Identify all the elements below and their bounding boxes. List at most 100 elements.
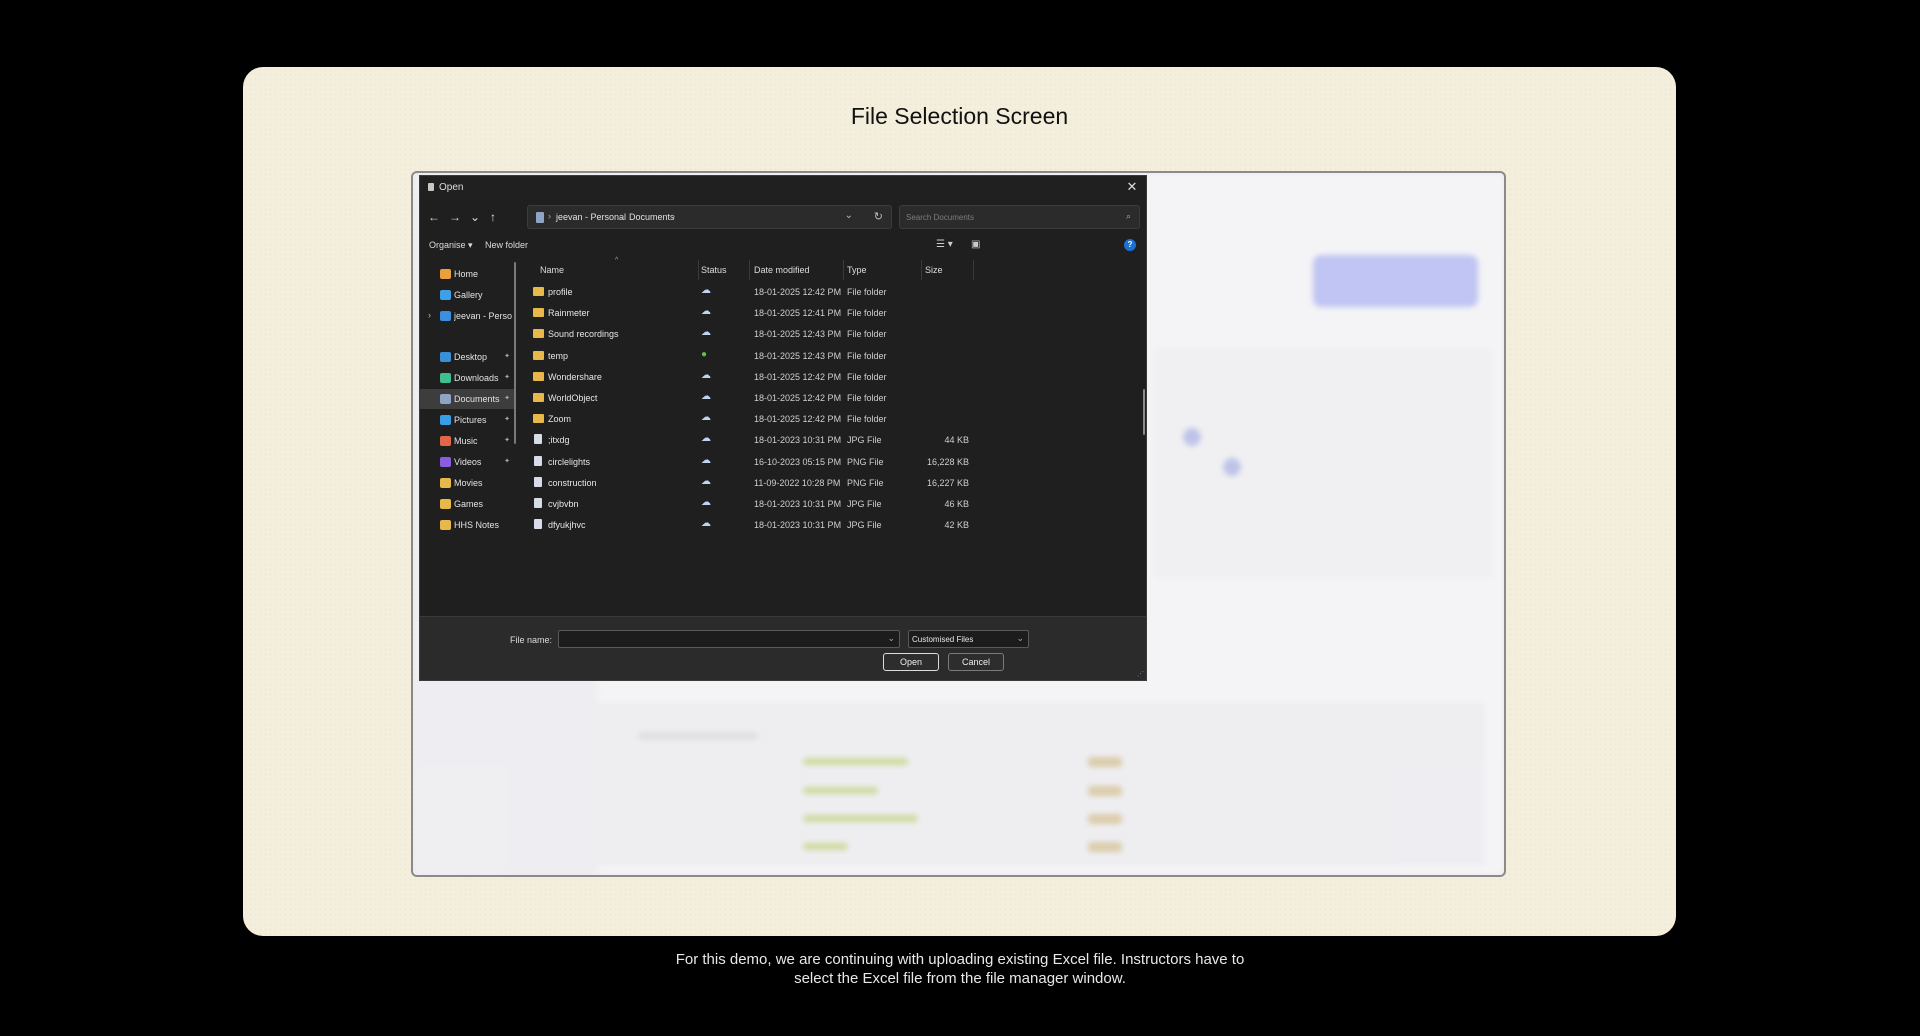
- file-type: PNG File: [847, 477, 884, 488]
- file-list: Name ^ Status Date modified Type Size pr…: [523, 257, 1008, 540]
- preview-pane-icon[interactable]: ▣: [971, 239, 980, 250]
- column-header-status[interactable]: Status: [701, 265, 727, 275]
- file-name: construction: [548, 477, 597, 488]
- file-row[interactable]: circlelights ☁ 16-10-2023 05:15 PM PNG File…: [523, 452, 1008, 473]
- sidebar-item-home[interactable]: Home: [420, 264, 514, 284]
- caption-line-1: For this demo, we are continuing with up…: [675, 951, 1245, 968]
- help-icon[interactable]: ?: [1124, 239, 1136, 251]
- sidebar-item-documents[interactable]: Documents ✦: [420, 389, 514, 409]
- cancel-button[interactable]: Cancel: [948, 653, 1004, 671]
- column-divider[interactable]: [921, 260, 922, 280]
- slide-title: File Selection Screen: [850, 103, 1069, 129]
- file-row[interactable]: Zoom ☁ 18-01-2025 12:42 PM File folder: [523, 409, 1008, 430]
- close-icon[interactable]: ✕: [1124, 179, 1140, 195]
- file-row[interactable]: WorldObject ☁ 18-01-2025 12:42 PM File fold…: [523, 388, 1008, 409]
- app-icon: [428, 183, 434, 191]
- sidebar-item-videos[interactable]: Videos ✦: [420, 452, 514, 472]
- file-type: JPG File: [847, 520, 882, 531]
- breadcrumb-documents[interactable]: Documents: [629, 212, 675, 222]
- downloads-icon: [440, 373, 451, 383]
- file-size: 42 KB: [944, 520, 969, 531]
- column-divider[interactable]: [973, 260, 974, 280]
- sidebar-item-jeevan-persona[interactable]: › jeevan - Persona: [420, 306, 514, 326]
- sidebar-item-downloads[interactable]: Downloads ✦: [420, 368, 514, 388]
- address-dropdown-icon[interactable]: ⌄: [845, 210, 853, 221]
- view-options-icon[interactable]: ☰ ▾: [936, 239, 953, 250]
- filename-input[interactable]: ⌄: [558, 630, 900, 648]
- file-type-filter[interactable]: Customised Files ⌄: [908, 630, 1029, 648]
- file-date-modified: 18-01-2025 12:42 PM: [754, 414, 842, 425]
- file-row[interactable]: dfyukjhvc ☁ 18-01-2023 10:31 PM JPG File 42 …: [523, 515, 1008, 536]
- navigation-bar: ← → ⌄ ↑ › jeevan - Personal › Documents …: [420, 202, 1146, 232]
- sidebar-item-desktop[interactable]: Desktop ✦: [420, 347, 514, 367]
- file-icon: [534, 434, 542, 445]
- file-date-modified: 18-01-2025 12:41 PM: [754, 308, 842, 319]
- column-divider[interactable]: [843, 260, 844, 280]
- background-bar: [803, 843, 848, 850]
- breadcrumb-jeevan-personal[interactable]: jeevan - Personal: [556, 212, 626, 222]
- sidebar-item-label: HHS Notes: [454, 520, 500, 530]
- cloud-status-icon: ☁: [701, 369, 711, 381]
- new-folder-button[interactable]: New folder: [485, 240, 528, 250]
- sidebar-item-gallery[interactable]: Gallery: [420, 285, 514, 305]
- filename-dropdown-icon[interactable]: ⌄: [887, 633, 895, 644]
- search-box[interactable]: Search Documents ⌕: [899, 205, 1140, 229]
- column-divider[interactable]: [749, 260, 750, 280]
- pin-icon: ✦: [504, 353, 510, 360]
- file-row[interactable]: temp ● 18-01-2025 12:43 PM File folder: [523, 346, 1008, 367]
- file-icon: [534, 498, 542, 508]
- file-row[interactable]: ;itxdg ☁ 18-01-2023 10:31 PM JPG File 44 KB: [523, 430, 1008, 451]
- navigation-pane: Home Gallery › jeevan - Persona Desktop✦Down…: [420, 260, 516, 530]
- recent-locations-icon[interactable]: ⌄: [467, 208, 483, 226]
- background-bar: [803, 758, 908, 765]
- file-icon: [534, 455, 542, 466]
- file-size: 16,228 KB: [926, 456, 969, 467]
- column-header-date-modified[interactable]: Date modified: [754, 265, 810, 275]
- cloud-status-icon: ☁: [701, 497, 711, 508]
- file-row[interactable]: Sound recordings ☁ 18-01-2025 12:43 PM File…: [523, 324, 1008, 345]
- sidebar-item-pictures[interactable]: Pictures ✦: [420, 410, 514, 430]
- file-row[interactable]: construction ☁ 11-09-2022 10:28 PM PNG File…: [523, 473, 1008, 494]
- file-type: File folder: [847, 371, 887, 382]
- folder-icon: [533, 414, 544, 424]
- resize-grip-icon[interactable]: ⋰: [1137, 670, 1144, 678]
- open-button[interactable]: Open: [883, 653, 939, 671]
- file-row[interactable]: Wondershare ☁ 18-01-2025 12:42 PM File fold…: [523, 367, 1008, 388]
- up-arrow-icon[interactable]: ↑: [485, 208, 501, 226]
- cloud-status-icon: ☁: [701, 412, 711, 424]
- search-icon[interactable]: ⌕: [1126, 211, 1131, 222]
- file-row[interactable]: Rainmeter ☁ 18-01-2025 12:41 PM File folder: [523, 303, 1008, 324]
- file-row[interactable]: cvjbvbn ☁ 18-01-2023 10:31 PM JPG File 46 KB: [523, 494, 1008, 515]
- pin-icon: ✦: [504, 458, 510, 465]
- folder-icon: [533, 329, 544, 339]
- forward-arrow-icon[interactable]: →: [447, 208, 463, 226]
- cloud-status-icon: ☁: [701, 475, 711, 487]
- folder-icon: [440, 478, 451, 488]
- sidebar-item-music[interactable]: Music ✦: [420, 431, 514, 451]
- file-name: circlelights: [548, 456, 591, 467]
- back-arrow-icon[interactable]: ←: [426, 208, 442, 226]
- nav-pane-scrollbar[interactable]: [514, 262, 516, 444]
- file-list-scrollbar[interactable]: [1143, 389, 1145, 435]
- file-type: File folder: [847, 393, 887, 403]
- address-bar[interactable]: › jeevan - Personal › Documents › ⌄ ↻: [527, 205, 892, 229]
- column-header-type[interactable]: Type: [847, 265, 867, 275]
- pin-icon: ✦: [504, 416, 510, 423]
- file-row[interactable]: profile ☁ 18-01-2025 12:42 PM File folder: [523, 282, 1008, 303]
- file-size: 46 KB: [944, 499, 969, 509]
- refresh-icon[interactable]: ↻: [874, 210, 883, 223]
- file-date-modified: 18-01-2023 10:31 PM: [754, 435, 842, 446]
- pin-icon: ✦: [504, 395, 510, 402]
- sidebar-item-movies[interactable]: Movies: [420, 473, 514, 493]
- sort-caret-icon: ^: [615, 257, 619, 264]
- desktop-icon: [440, 352, 451, 362]
- column-header-size[interactable]: Size: [925, 265, 943, 275]
- organise-menu[interactable]: Organise ▾: [429, 240, 473, 251]
- sidebar-item-hhs-notes[interactable]: HHS Notes: [420, 515, 514, 535]
- column-header-name[interactable]: Name: [540, 265, 564, 275]
- file-type: JPG File: [847, 435, 882, 446]
- sidebar-item-games[interactable]: Games: [420, 494, 514, 514]
- folder-icon: [440, 499, 451, 509]
- column-divider[interactable]: [698, 260, 699, 280]
- expand-chevron-icon[interactable]: ›: [428, 310, 431, 320]
